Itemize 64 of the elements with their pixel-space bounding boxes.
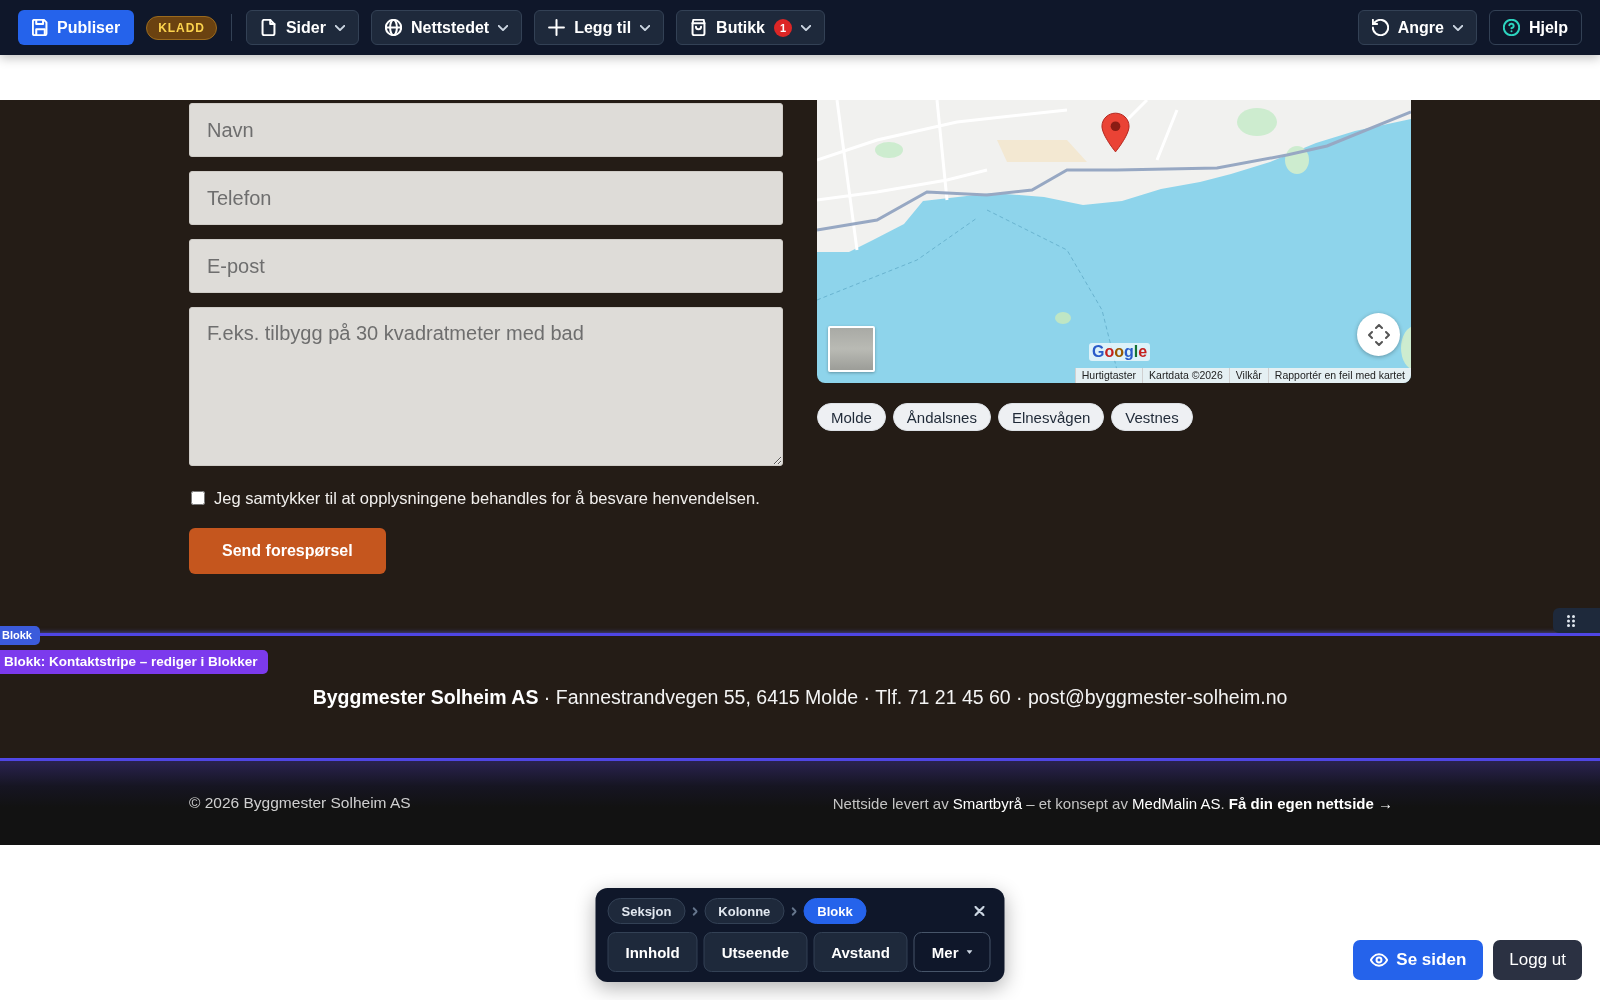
drag-handle-icon[interactable] — [1567, 614, 1575, 627]
chevron-down-icon — [334, 24, 345, 31]
submit-button[interactable]: Send forespørsel — [189, 528, 386, 574]
contact-info: Byggmester Solheim AS · Fannestrandvegen 55, 6415 Molde · Tlf. 71 21 45 60 · post@byggmester-solheim.no — [311, 685, 1289, 709]
close-icon — [974, 906, 985, 916]
file-icon — [259, 19, 277, 36]
count-badge: 1 — [774, 18, 792, 37]
caret-icon — [966, 950, 973, 954]
location-chip[interactable]: Åndalsnes — [892, 403, 991, 431]
panel-button[interactable]: Avstand — [813, 932, 908, 972]
publish-button[interactable]: Publiser — [18, 10, 135, 45]
block-tab[interactable]: Blokk — [0, 626, 40, 645]
close-button[interactable] — [972, 904, 987, 918]
copyright-text: © 2026 Byggmester Solheim AS — [189, 794, 411, 812]
undo-button[interactable]: Angre — [1357, 10, 1477, 45]
status-badge: KLADD — [146, 15, 217, 40]
help-button[interactable]: Hjelp — [1488, 10, 1582, 45]
input-field[interactable]: Telefon — [189, 171, 783, 225]
expand-icon — [1367, 323, 1390, 346]
panel-button[interactable]: Innhold — [607, 932, 698, 972]
message-field[interactable]: F.eks. tilbygg på 30 kvadratmeter med bad — [189, 307, 783, 466]
input-field[interactable]: E-post — [189, 239, 783, 293]
chevron-down-icon — [640, 24, 651, 31]
save-icon — [32, 19, 49, 36]
view-site-button[interactable]: Se siden — [1353, 940, 1484, 980]
consent-label: Jeg samtykker til at opplysningene behandles for å besvare henvendelsen. — [214, 488, 760, 508]
chevron-right-icon — [692, 906, 698, 916]
help-icon — [1502, 19, 1520, 36]
dropdown-button[interactable]: Butikk 1 — [676, 10, 825, 45]
chevron-down-icon — [801, 24, 811, 31]
attribution-link[interactable]: Hurtigtaster — [1074, 368, 1143, 383]
chevron-down-icon — [498, 24, 509, 31]
globe-icon — [384, 19, 402, 36]
dropdown-button[interactable]: Legg til — [534, 10, 665, 45]
breadcrumb-button[interactable]: Seksjon — [607, 898, 686, 924]
dropdown-button[interactable]: Nettstedet — [370, 10, 523, 45]
eye-icon — [1370, 953, 1389, 967]
more-menu-button[interactable]: Mer — [913, 932, 991, 972]
footer-link[interactable]: MedMalin AS — [1132, 794, 1221, 812]
shopping-bag-icon — [690, 19, 708, 36]
chevron-down-icon — [1452, 24, 1463, 31]
logout-button[interactable]: Logg ut — [1493, 940, 1582, 980]
thumbnail-placeholder[interactable] — [828, 326, 875, 372]
dropdown-button[interactable]: Sider — [245, 10, 359, 45]
footer-link[interactable]: Smartbyrå — [952, 794, 1022, 812]
breadcrumb-button[interactable]: Blokk — [803, 898, 867, 924]
input-field[interactable]: Navn — [189, 103, 783, 157]
map-logo: Google — [1089, 343, 1151, 361]
plus-icon — [548, 19, 566, 36]
attribution-link[interactable]: Kartdata ©2026 — [1142, 368, 1229, 383]
map-pin-icon[interactable] — [1101, 112, 1130, 153]
footer-link[interactable]: Få din egen nettside → — [1228, 794, 1393, 812]
attribution-link[interactable]: Rapportér en feil med kartet — [1267, 368, 1411, 383]
undo-icon — [1371, 19, 1389, 36]
breadcrumb-button[interactable]: Kolonne — [704, 898, 785, 924]
chevron-right-icon — [791, 906, 797, 916]
footer-credit: Nettside levert av Smartbyrå – et konsept av MedMalin AS. Få din egen nettside → — [832, 794, 1394, 812]
location-chip[interactable]: Elnesvågen — [997, 403, 1105, 431]
consent-checkbox[interactable] — [191, 491, 205, 505]
location-chip[interactable]: Molde — [817, 403, 886, 431]
location-chip[interactable]: Vestnes — [1111, 403, 1193, 431]
block-label[interactable]: Blokk: Kontaktstripe – rediger i Blokker — [0, 650, 268, 674]
panel-button[interactable]: Utseende — [703, 932, 808, 972]
attribution-link[interactable]: Vilkår — [1228, 368, 1268, 383]
